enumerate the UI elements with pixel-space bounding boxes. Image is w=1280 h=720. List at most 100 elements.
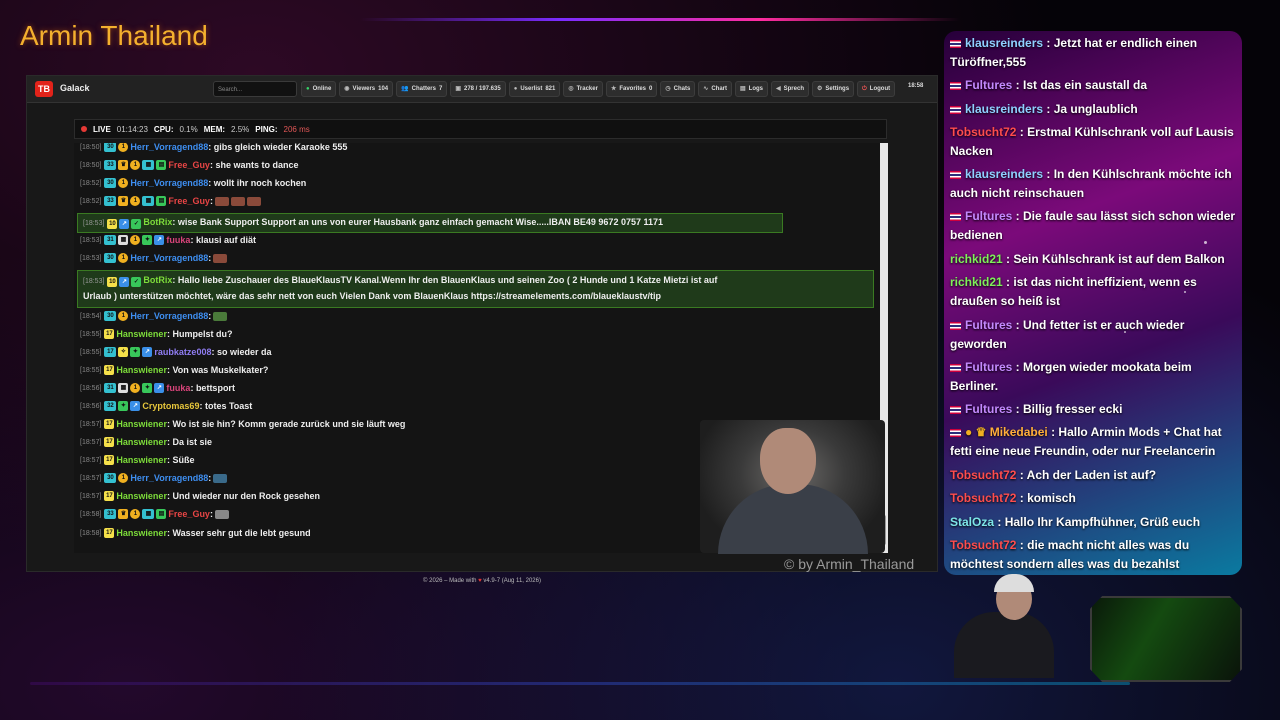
overlay-chat-line: Fultures : Morgen wieder mookata beim Be… bbox=[950, 360, 1192, 393]
nav-label: Logs bbox=[748, 86, 764, 92]
level-badge-icon: 17 bbox=[104, 528, 115, 538]
flag-icon bbox=[950, 405, 961, 414]
nav-messages[interactable]: ▣ 278 / 197.635 bbox=[450, 81, 506, 97]
username[interactable]: Free_Guy bbox=[168, 160, 210, 170]
nav-chatters[interactable]: 👥 Chatters 7 bbox=[396, 81, 448, 97]
timestamp: [18:53] bbox=[83, 278, 105, 285]
nav-viewers[interactable]: ◉ Viewers 104 bbox=[339, 81, 394, 97]
overlay-chat-line: klausreinders : In den Kühlschrank möcht… bbox=[950, 167, 1232, 200]
nav-logs[interactable]: ▤ Logs bbox=[735, 81, 769, 97]
clock: 18:58 bbox=[908, 83, 924, 89]
verified-badge-icon: ✓ bbox=[131, 219, 142, 229]
sparkle-badge-icon: ✦ bbox=[118, 401, 129, 411]
sparkle-badge-icon: ✦ bbox=[142, 383, 153, 393]
search-input[interactable]: Search... bbox=[213, 81, 297, 97]
user-icon: ● bbox=[513, 86, 518, 92]
channel-name[interactable]: Galack bbox=[60, 83, 90, 93]
nav-count: 104 bbox=[378, 86, 389, 92]
eye-icon: ◉ bbox=[344, 86, 350, 92]
cpu-label: CPU: bbox=[153, 124, 174, 134]
camera-frame bbox=[1090, 596, 1242, 682]
username[interactable]: Herr_Vorragend88 bbox=[130, 473, 208, 483]
level-badge-icon: 17 bbox=[104, 491, 115, 501]
chat-message: [18:53] 31 ▦ 1 ✦ ↗ fuuka: klausi auf diät bbox=[80, 235, 256, 245]
username[interactable]: Herr_Vorragend88 bbox=[130, 253, 208, 263]
level-badge-icon: 17 bbox=[104, 329, 115, 339]
chat-message: [18:55] 17 Hanswiener: Von was Muskelkater… bbox=[80, 365, 269, 375]
speaker-icon: ◀ bbox=[776, 86, 781, 92]
person-body bbox=[954, 612, 1054, 678]
timestamp: [18:53] bbox=[83, 220, 105, 227]
nav-label: Logout bbox=[869, 86, 891, 92]
username[interactable]: Hanswiener bbox=[116, 528, 167, 538]
nav-sprech[interactable]: ◀ Sprech bbox=[771, 81, 809, 97]
username[interactable]: Hanswiener bbox=[116, 437, 167, 447]
chat-message: [18:57] 17 Hanswiener: Wo ist sie hin? Kom… bbox=[80, 419, 406, 429]
nav-tracker[interactable]: ◎ Tracker bbox=[563, 81, 603, 97]
chat-message: [18:57] 17 Hanswiener: Süße bbox=[80, 455, 195, 465]
timestamp: [18:52] bbox=[80, 197, 102, 205]
tracker-icon: ◎ bbox=[568, 86, 574, 92]
ping-value: 206 ms bbox=[283, 124, 310, 134]
level-badge-icon: 33 bbox=[104, 509, 117, 519]
timestamp: [18:50] bbox=[80, 161, 102, 169]
message-text: totes Toast bbox=[204, 401, 253, 411]
username[interactable]: Hanswiener bbox=[116, 455, 167, 465]
username[interactable]: Hanswiener bbox=[116, 329, 167, 339]
sub-badge-icon: ▦ bbox=[142, 160, 155, 170]
nav-userlist[interactable]: ● Userlist 821 bbox=[508, 81, 561, 97]
streamer-face bbox=[760, 428, 816, 494]
username[interactable]: Hanswiener bbox=[116, 365, 167, 375]
nav-online[interactable]: ● Online bbox=[301, 81, 337, 97]
username[interactable]: Hanswiener bbox=[116, 419, 167, 429]
nav-chart[interactable]: ∿ Chart bbox=[698, 81, 732, 97]
nav-settings[interactable]: ⚙ Settings bbox=[811, 81, 855, 97]
username[interactable]: Free_Guy bbox=[168, 509, 210, 519]
bot-badge-icon: ↗ bbox=[119, 277, 130, 287]
chat-bubble-icon: ▣ bbox=[455, 86, 461, 92]
chat-message: [18:52] 30 1 Herr_Vorragend88: wollt ihr no… bbox=[80, 178, 307, 188]
nav-chats[interactable]: ◷ Chats bbox=[660, 81, 696, 97]
message-text: wollt ihr noch kochen bbox=[213, 178, 307, 188]
nav-label: Online bbox=[312, 86, 332, 92]
level-badge-icon: 17 bbox=[104, 365, 115, 375]
username[interactable]: raubkatze008 bbox=[154, 347, 211, 357]
overlay-username: Tobsucht72 bbox=[950, 125, 1017, 139]
nav-favorites[interactable]: ★ Favorites 0 bbox=[605, 81, 658, 97]
brand-logo: TB bbox=[35, 81, 53, 97]
timestamp: [18:55] bbox=[80, 330, 102, 338]
flag-icon bbox=[950, 212, 961, 221]
username[interactable]: BotRix bbox=[143, 217, 172, 227]
message-text: wise Bank Support Support an uns von eur… bbox=[177, 217, 663, 227]
username[interactable]: fuuka bbox=[166, 383, 190, 393]
message-text: bettsport bbox=[195, 383, 235, 393]
username[interactable]: Herr_Vorragend88 bbox=[130, 311, 208, 321]
overlay-text: Billig fresser ecki bbox=[1023, 402, 1123, 416]
emote-icon bbox=[213, 253, 228, 263]
username[interactable]: Hanswiener bbox=[116, 491, 167, 501]
username[interactable]: BotRix bbox=[143, 275, 172, 285]
flag-icon bbox=[950, 105, 961, 114]
overlay-username: klausreinders bbox=[965, 102, 1044, 116]
overlay-text: Ach der Laden ist auf? bbox=[1026, 468, 1157, 482]
level-badge-icon: 30 bbox=[104, 311, 117, 321]
username[interactable]: fuuka bbox=[166, 235, 190, 245]
timestamp: [18:57] bbox=[80, 420, 102, 428]
verified-badge-icon: ✓ bbox=[131, 277, 142, 287]
sub-badge-icon: ▦ bbox=[118, 383, 129, 393]
username[interactable]: Herr_Vorragend88 bbox=[130, 143, 208, 152]
message-text: Hallo liebe Zuschauer des BlaueKlausTV K… bbox=[177, 275, 718, 285]
sub-badge-icon: ▦ bbox=[142, 196, 155, 206]
clock-icon: ◷ bbox=[665, 86, 671, 92]
overlay-chat-line: Fultures : Und fetter ist er auch wieder… bbox=[950, 318, 1185, 351]
emote-icon bbox=[230, 196, 245, 206]
sparkle-badge-icon: ✦ bbox=[142, 235, 153, 245]
gift-badge-icon: ▤ bbox=[156, 196, 167, 206]
flag-icon bbox=[950, 81, 961, 90]
level-badge-icon: 31 bbox=[104, 235, 117, 245]
username[interactable]: Herr_Vorragend88 bbox=[130, 178, 208, 188]
username[interactable]: Cryptomas69 bbox=[142, 401, 199, 411]
overlay-username: klausreinders bbox=[965, 167, 1044, 181]
username[interactable]: Free_Guy bbox=[168, 196, 210, 206]
nav-logout[interactable]: ⏻ Logout bbox=[857, 81, 896, 97]
